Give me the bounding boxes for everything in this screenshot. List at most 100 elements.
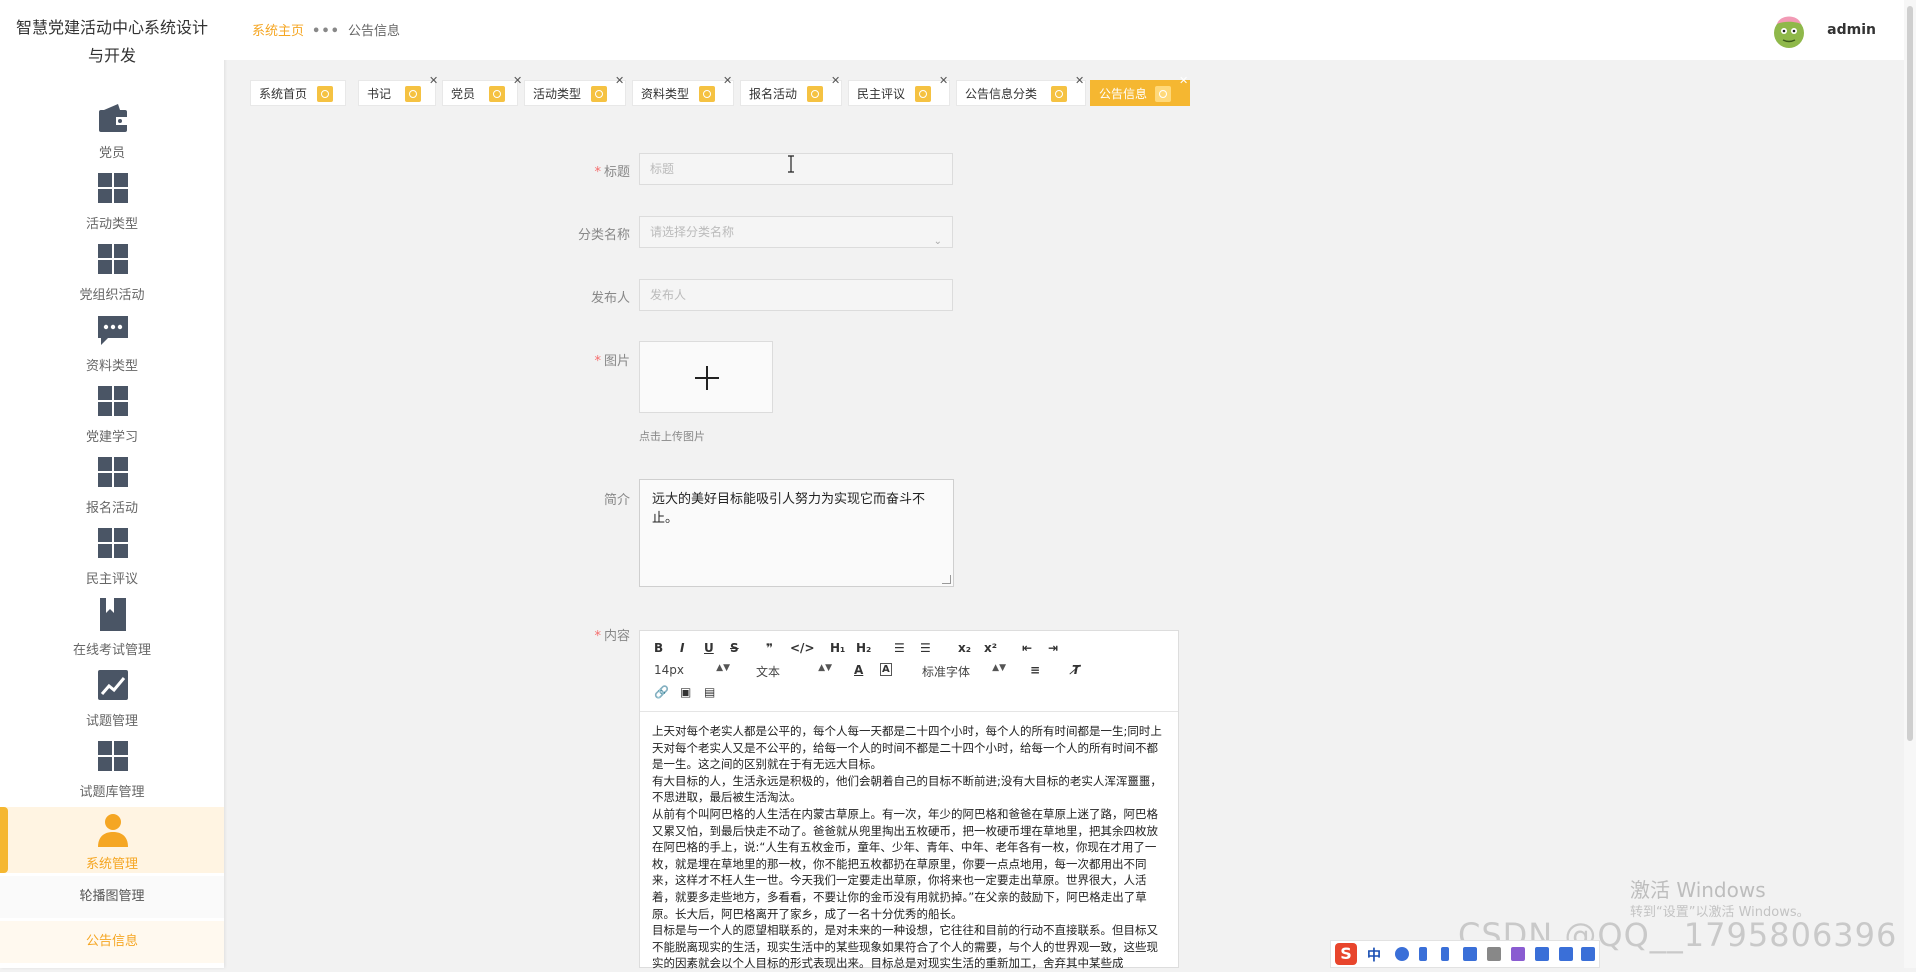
close-icon[interactable]: ✕ (1179, 75, 1188, 87)
indent-icon[interactable]: ⇥ (1048, 641, 1058, 655)
editor-content[interactable]: 上天对每个老实人都是公平的，每个人每一天都是二十四个小时，每个人的所有时间都是一… (652, 723, 1167, 972)
sidebar-item-question-management[interactable]: 试题管理 (0, 668, 224, 738)
subscript-icon[interactable]: x₂ (958, 641, 971, 655)
ordered-list-icon[interactable]: ☰ (894, 641, 905, 655)
tab-badge-icon (591, 86, 607, 102)
tab-signup-activity[interactable]: 报名活动 ✕ (740, 75, 842, 106)
sidebar-item-online-exam[interactable]: 在线考试管理 (0, 597, 224, 667)
sidebar-item-party-member[interactable]: 党员 (0, 100, 224, 170)
background-color-icon[interactable]: A (880, 663, 892, 676)
sidebar: 智慧党建活动中心系统设计与开发 党员 活动类型 党组织活动 资料类型 党建学习 … (0, 0, 224, 968)
sidebar-item-democratic-review[interactable]: 民主评议 (0, 526, 224, 596)
rich-text-editor[interactable]: B I U S ❞ </> H₁ H₂ ☰ ☰ x₂ x² ⇤ ⇥ 14px ▲▼… (639, 630, 1179, 970)
grid-icon (98, 173, 128, 203)
close-icon[interactable]: ✕ (513, 75, 522, 87)
text-type-select[interactable]: 文本 ▲▼ (756, 663, 832, 680)
scrollbar-thumb[interactable] (1907, 6, 1913, 741)
sidebar-item-label: 试题管理 (85, 714, 138, 729)
tab-activity-type[interactable]: 活动类型 ✕ (524, 75, 626, 106)
video-icon[interactable]: ▤ (704, 685, 715, 699)
tab-home[interactable]: 系统首页 (250, 80, 346, 106)
resize-handle[interactable] (942, 575, 951, 584)
summary-label: 简介 (603, 493, 630, 508)
keyboard-icon[interactable] (1463, 947, 1477, 961)
ime-toolbar[interactable]: S 中 (1330, 940, 1600, 968)
sidebar-item-label: 活动类型 (85, 217, 138, 232)
tab-material-type[interactable]: 资料类型 ✕ (632, 75, 734, 106)
tab-democratic-review[interactable]: 民主评议 ✕ (848, 75, 950, 106)
title-input[interactable]: 标题 (639, 153, 953, 185)
page-scrollbar[interactable] (1904, 0, 1916, 968)
gamepad-icon[interactable] (1535, 947, 1549, 961)
sidebar-item-label: 党员 (98, 146, 125, 161)
blockquote-icon[interactable]: ❞ (766, 641, 773, 655)
publisher-input[interactable]: 发布人 (639, 279, 953, 311)
sidebar-item-label: 在线考试管理 (72, 643, 151, 658)
bullet-list-icon[interactable]: ☰ (920, 641, 931, 655)
image-upload-button[interactable] (639, 341, 773, 413)
skin-icon[interactable] (1511, 947, 1525, 961)
chevron-down-icon: ⌄ (933, 236, 942, 247)
sidebar-item-party-study[interactable]: 党建学习 (0, 384, 224, 454)
image-icon[interactable]: ▣ (680, 685, 691, 699)
ime-language[interactable]: 中 (1367, 945, 1381, 965)
close-icon[interactable]: ✕ (1075, 75, 1084, 87)
apps-grid-icon[interactable] (1559, 947, 1573, 961)
bold-icon[interactable]: B (654, 641, 663, 655)
tab-notice-category[interactable]: 公告信息分类 ✕ (956, 75, 1086, 106)
tab-label: 系统首页 (259, 87, 308, 101)
outdent-icon[interactable]: ⇤ (1022, 641, 1032, 655)
sidebar-item-label: 系统管理 (85, 857, 138, 872)
align-icon[interactable]: ≡ (1030, 663, 1040, 677)
sidebar-item-label: 资料类型 (85, 359, 138, 374)
close-icon[interactable]: ✕ (615, 75, 624, 87)
sidebar-item-question-bank[interactable]: 试题库管理 (0, 739, 224, 809)
heading1-icon[interactable]: H₁ (830, 641, 845, 655)
grid-icon (98, 244, 128, 274)
avatar[interactable] (1770, 12, 1808, 50)
italic-icon[interactable]: I (680, 641, 684, 655)
sidebar-item-activity-type[interactable]: 活动类型 (0, 171, 224, 241)
grid-icon (98, 741, 128, 771)
category-select[interactable]: 请选择分类名称 ⌄ (639, 216, 953, 248)
breadcrumb-home[interactable]: 系统主页 (252, 24, 304, 39)
punctuation-icon[interactable] (1419, 947, 1427, 961)
username[interactable]: admin (1827, 22, 1876, 38)
font-size-select[interactable]: 14px ▲▼ (654, 663, 730, 677)
breadcrumb-current: 公告信息 (347, 24, 400, 39)
close-icon[interactable]: ✕ (831, 75, 840, 87)
windows-activation-title: 激活 Windows (1630, 878, 1766, 902)
close-icon[interactable]: ✕ (939, 75, 948, 87)
grid-icon (98, 386, 128, 416)
system-title: 智慧党建活动中心系统设计与开发 (15, 18, 208, 65)
heading2-icon[interactable]: H₂ (856, 641, 871, 655)
sidebar-item-org-activity[interactable]: 党组织活动 (0, 242, 224, 312)
grid-icon (98, 528, 128, 558)
settings-gear-icon[interactable] (1581, 947, 1595, 961)
editor-toolbar: B I U S ❞ </> H₁ H₂ ☰ ☰ x₂ x² ⇤ ⇥ 14px ▲▼… (640, 631, 1178, 712)
underline-icon[interactable]: U (704, 641, 714, 655)
sidebar-subitem-notice[interactable]: 公告信息 (0, 921, 224, 963)
sogou-icon[interactable]: S (1335, 943, 1357, 965)
tab-secretary[interactable]: 书记 ✕ (358, 75, 438, 106)
code-icon[interactable]: </> (790, 641, 815, 655)
toolbox-icon[interactable] (1487, 947, 1501, 961)
tab-notice[interactable]: 公告信息 ✕ (1090, 75, 1190, 106)
strikethrough-icon[interactable]: S (730, 641, 739, 655)
link-icon[interactable]: 🔗 (654, 685, 669, 699)
font-family-select[interactable]: 标准字体 ▲▼ (922, 663, 1006, 680)
superscript-icon[interactable]: x² (984, 641, 997, 655)
summary-textarea[interactable]: 远大的美好目标能吸引人努力为实现它而奋斗不止。 (639, 479, 954, 587)
sidebar-item-material-type[interactable]: 资料类型 (0, 313, 224, 383)
sidebar-subitem-carousel[interactable]: 轮播图管理 (0, 876, 224, 918)
tab-party-member[interactable]: 党员 ✕ (442, 75, 522, 106)
moon-icon[interactable] (1395, 947, 1409, 961)
microphone-icon[interactable] (1441, 947, 1449, 961)
clear-format-icon[interactable]: T̸ (1072, 663, 1080, 677)
font-color-icon[interactable]: A (854, 663, 863, 677)
sidebar-item-system-management[interactable]: 系统管理 (0, 807, 224, 873)
sidebar-item-signup-activity[interactable]: 报名活动 (0, 455, 224, 525)
close-icon[interactable]: ✕ (429, 75, 438, 87)
tab-label: 民主评议 (857, 87, 906, 101)
close-icon[interactable]: ✕ (723, 75, 732, 87)
